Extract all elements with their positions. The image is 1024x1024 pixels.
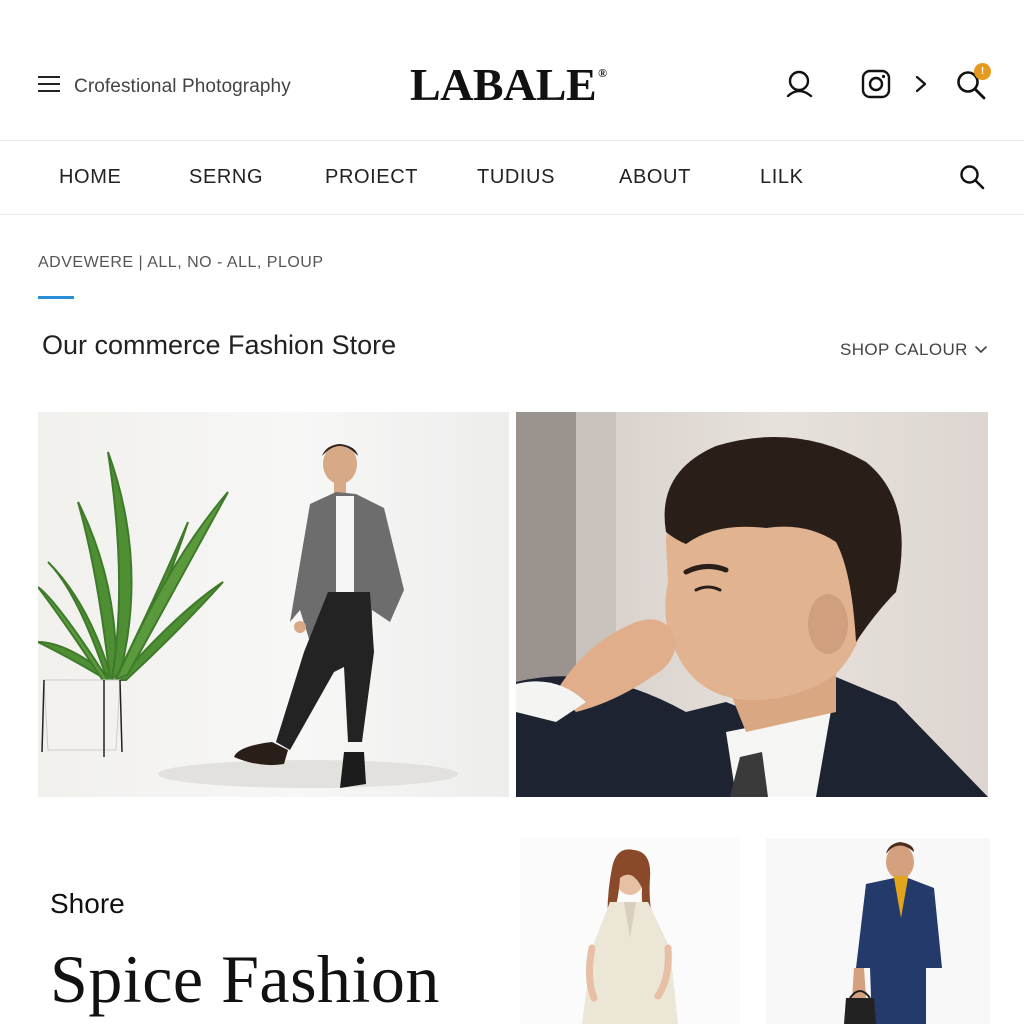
notification-badge: ! bbox=[974, 63, 991, 80]
page-title: Our commerce Fashion Store bbox=[42, 330, 397, 360]
product-card-blue-suit[interactable] bbox=[766, 838, 990, 1024]
site-tagline: Crofestional Photography bbox=[74, 76, 291, 97]
nav-item-project[interactable]: PROIECT bbox=[325, 166, 418, 189]
product-card-dress[interactable] bbox=[520, 838, 740, 1024]
nav-search-icon[interactable] bbox=[958, 163, 986, 191]
brand-logo-text: LABALE bbox=[410, 59, 597, 110]
hero-photo-portrait[interactable] bbox=[516, 412, 988, 797]
instagram-icon[interactable] bbox=[860, 68, 892, 100]
shop-sort-label: SHOP CALOUR bbox=[840, 340, 968, 359]
nav-item-home[interactable]: HOME bbox=[59, 166, 121, 189]
nav-item-serng[interactable]: SERNG bbox=[189, 166, 263, 189]
menu-icon[interactable] bbox=[38, 76, 62, 96]
user-search-icon[interactable] bbox=[784, 68, 816, 100]
promo-headline: Spice Fashion bbox=[50, 941, 440, 1017]
standing-model-illustration bbox=[38, 444, 458, 788]
chevron-down-icon bbox=[975, 346, 987, 353]
registered-mark: ® bbox=[598, 66, 607, 80]
top-header: Crofestional Photography LABALE ® ! bbox=[0, 0, 1024, 140]
product-suit-illustration bbox=[844, 842, 942, 1024]
portrait-illustration bbox=[516, 412, 988, 797]
brand-logo[interactable]: LABALE ® bbox=[410, 58, 607, 111]
product-dress-illustration bbox=[582, 849, 678, 1024]
promo-label: Shore bbox=[50, 888, 125, 919]
accent-divider bbox=[38, 296, 74, 299]
breadcrumb[interactable]: ADVEWERE | ALL, NO - ALL, PLOUP bbox=[38, 254, 324, 272]
hero-photo-standing-model[interactable] bbox=[38, 412, 509, 797]
nav-item-tudius[interactable]: TUDIUS bbox=[477, 166, 555, 189]
shop-sort-dropdown[interactable]: SHOP CALOUR bbox=[840, 340, 988, 360]
chevron-right-icon[interactable] bbox=[912, 72, 930, 96]
main-nav: HOME SERNG PROIECT TUDIUS ABOUT LILK bbox=[0, 140, 1024, 215]
nav-item-about[interactable]: ABOUT bbox=[619, 166, 691, 189]
nav-item-lilk[interactable]: LILK bbox=[760, 166, 804, 189]
